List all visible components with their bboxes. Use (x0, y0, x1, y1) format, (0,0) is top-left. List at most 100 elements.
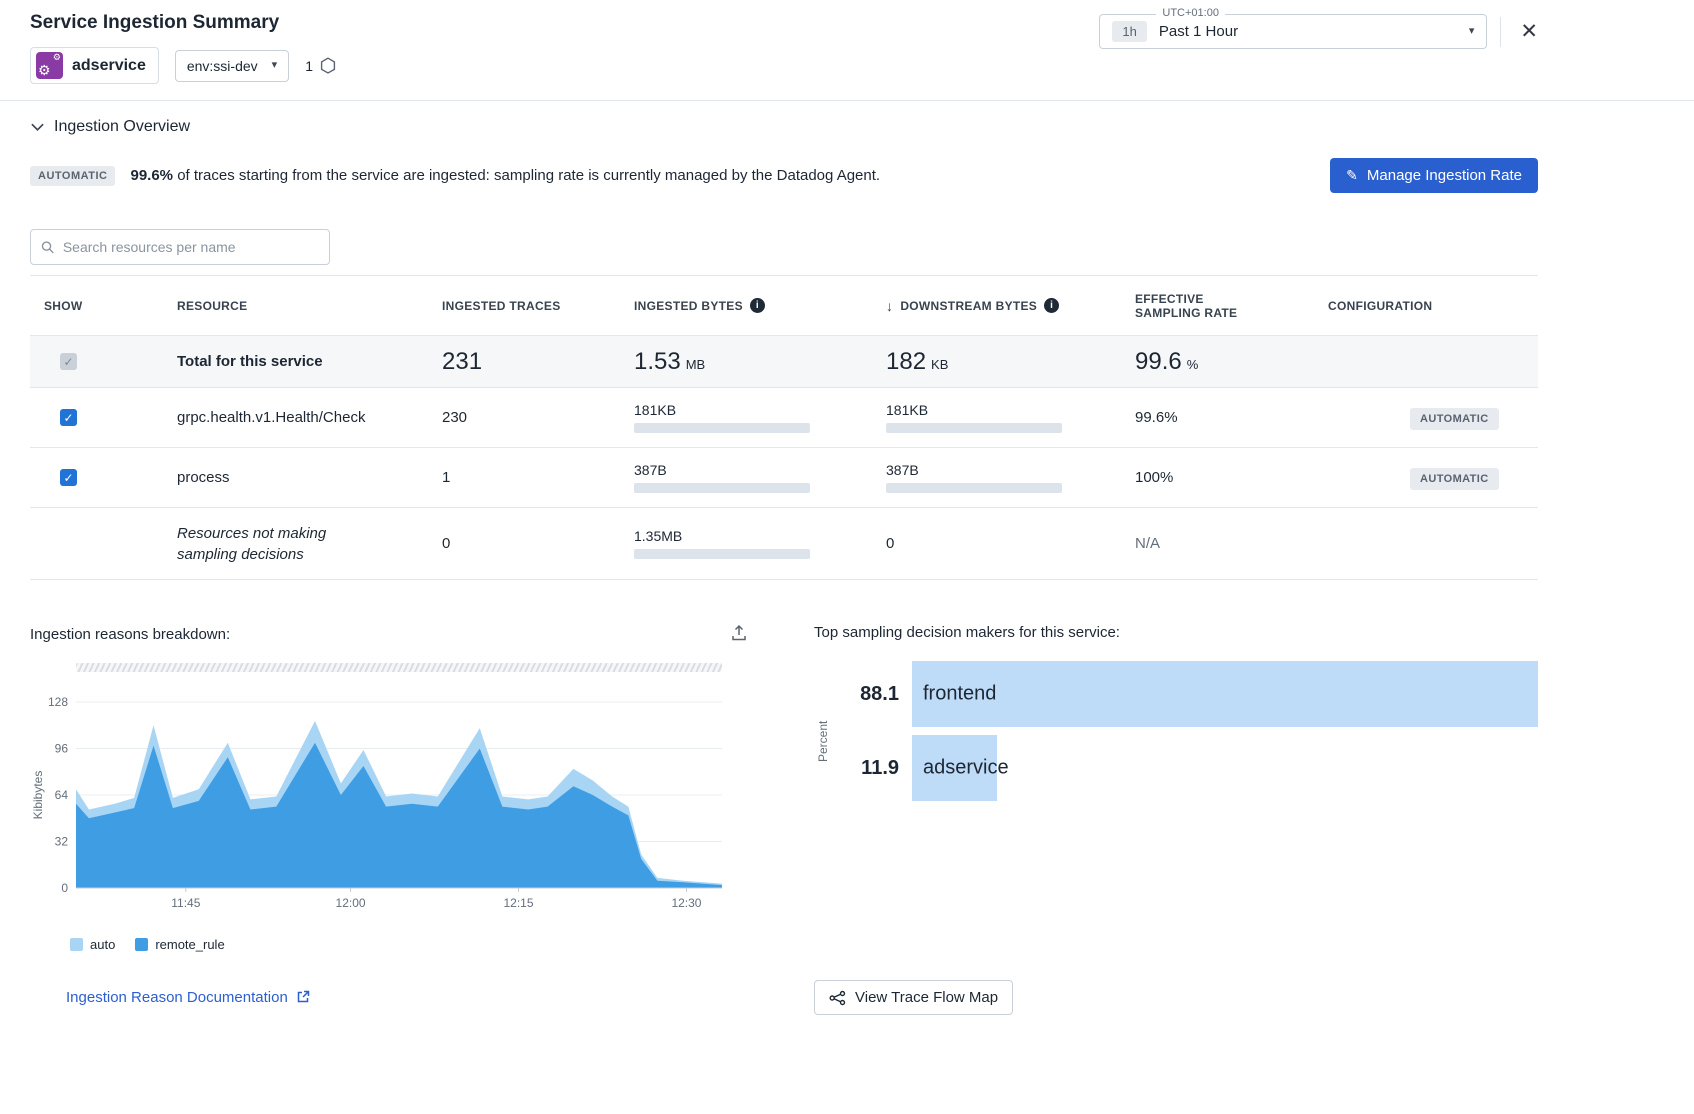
export-icon (730, 624, 748, 642)
env-dropdown[interactable]: env:ssi-dev ▾ (175, 50, 289, 82)
resource-search[interactable] (30, 229, 330, 265)
service-row: ⚙⚙ adservice env:ssi-dev ▾ 1 (30, 47, 336, 84)
banner-highlight: 99.6% (130, 167, 173, 184)
manage-button-label: Manage Ingestion Rate (1367, 167, 1522, 184)
svg-text:12:30: 12:30 (671, 896, 701, 910)
total-checkbox: ✓ (60, 353, 77, 370)
ingestion-overview-section-toggle[interactable]: Ingestion Overview (0, 101, 1694, 136)
bar-value: 88.1 (814, 661, 912, 727)
chevron-down-icon (30, 120, 45, 134)
downstream-bytes-value: 181KB (886, 402, 1121, 418)
svg-text:0: 0 (61, 881, 68, 895)
downstream-bytes-meter (886, 483, 1062, 493)
env-label: env:ssi-dev (187, 58, 258, 74)
area-series-remote_rule (76, 743, 722, 888)
ingested-bytes-value: 1.35MB (634, 528, 872, 544)
svg-text:32: 32 (55, 835, 69, 849)
configuration-badge: AUTOMATIC (1410, 468, 1499, 490)
bar-label: adservice (923, 757, 1009, 780)
col-effective-sampling-rate-label: EFFECTIVE SAMPLING RATE (1135, 292, 1257, 320)
banner-description: of traces starting from the service are … (177, 167, 880, 184)
svg-text:12:15: 12:15 (503, 896, 533, 910)
timezone-label: UTC+01:00 (1156, 7, 1225, 19)
charts-section: Ingestion reasons breakdown: 03264961281… (0, 580, 1694, 952)
instance-count-wrap: 1 (305, 57, 336, 74)
chart-legend: auto remote_rule (70, 937, 750, 952)
total-bytes: 1.53 MB (620, 348, 872, 376)
table-total-row: ✓ Total for this service 231 1.53 MB 182… (30, 336, 1538, 388)
chart-top-stripe-band (76, 663, 722, 672)
ingestion-reasons-chart: Ingestion reasons breakdown: 03264961281… (30, 622, 750, 952)
export-button[interactable] (728, 622, 750, 647)
pencil-icon: ✎ (1346, 167, 1358, 184)
footer-row: Ingestion Reason Documentation View Trac… (0, 952, 1694, 1015)
ingested-traces-value: 230 (428, 409, 620, 426)
bar-fill (912, 661, 1538, 727)
total-label: Total for this service (163, 353, 428, 370)
legend-swatch (70, 938, 83, 951)
decision-makers-title: Top sampling decision makers for this se… (814, 624, 1538, 641)
ingested-bytes-meter (634, 483, 810, 493)
sampling-banner: AUTOMATIC 99.6% of traces starting from … (0, 136, 1694, 193)
bar-track: adservice (912, 735, 1538, 801)
ingestion-reasons-area-chart: 032649612811:4512:0012:1512:30Kibibytes (30, 672, 730, 920)
table-row: ✓ process 1 387B 387B 100% AUTOMATIC (30, 448, 1538, 508)
decision-bar-row: 11.9adservice (814, 735, 1538, 801)
automatic-badge: AUTOMATIC (30, 166, 115, 186)
resource-table: SHOW RESOURCE INGESTED TRACES INGESTED B… (30, 275, 1538, 580)
sort-descending-icon[interactable]: ↓ (886, 298, 893, 314)
configuration-badge: AUTOMATIC (1410, 408, 1499, 430)
decision-makers-chart: Top sampling decision makers for this se… (814, 622, 1538, 952)
manage-ingestion-rate-button[interactable]: ✎ Manage Ingestion Rate (1330, 158, 1538, 193)
total-downstream-value: 182 (886, 348, 926, 376)
ingested-bytes-meter (634, 423, 810, 433)
top-bar: Service Ingestion Summary ⚙⚙ adservice e… (0, 0, 1694, 101)
sampling-rate-value: 100% (1121, 469, 1314, 486)
time-range-chip[interactable]: 1h (1112, 21, 1146, 42)
row-checkbox[interactable]: ✓ (60, 409, 77, 426)
service-chip[interactable]: ⚙⚙ adservice (30, 47, 159, 84)
instance-count: 1 (305, 58, 313, 74)
sampling-rate-value: 99.6% (1121, 409, 1314, 426)
downstream-bytes-cell: 387B (872, 462, 1121, 493)
doc-link-label: Ingestion Reason Documentation (66, 989, 288, 1006)
svg-text:11:45: 11:45 (171, 896, 200, 910)
view-trace-flow-map-button[interactable]: View Trace Flow Map (814, 980, 1013, 1015)
col-show: SHOW (30, 299, 163, 313)
legend-swatch (135, 938, 148, 951)
ingested-traces-value: 0 (428, 535, 620, 552)
downstream-bytes-meter (886, 423, 1062, 433)
sampling-rate-value: N/A (1121, 535, 1314, 552)
section-title: Ingestion Overview (54, 118, 190, 136)
bar-track: frontend (912, 661, 1538, 727)
ingested-bytes-meter (634, 549, 810, 559)
close-button[interactable]: ✕ (1514, 17, 1544, 46)
col-ingested-bytes-label: INGESTED BYTES (634, 299, 743, 313)
legend-item-auto[interactable]: auto (70, 937, 115, 952)
table-row: Resources not making sampling decisions … (30, 508, 1538, 580)
bar-label: frontend (923, 683, 996, 706)
col-configuration: CONFIGURATION (1314, 299, 1538, 313)
svg-text:96: 96 (55, 742, 69, 756)
info-icon[interactable]: i (750, 298, 765, 313)
resource-name: process (163, 469, 428, 486)
downstream-bytes-value: 387B (886, 462, 1121, 478)
decision-bars: 88.1 frontend 11.9adservice (814, 661, 1538, 801)
total-rate-unit: % (1187, 357, 1199, 372)
chevron-down-icon: ▾ (1469, 26, 1475, 37)
svg-text:Kibibytes: Kibibytes (31, 771, 45, 820)
legend-item-remote_rule[interactable]: remote_rule (135, 937, 224, 952)
time-range-picker[interactable]: UTC+01:00 1h Past 1 Hour ▾ (1099, 14, 1487, 49)
svg-text:64: 64 (55, 788, 69, 802)
col-downstream-bytes[interactable]: ↓ DOWNSTREAM BYTES i (872, 298, 1121, 314)
external-link-icon (296, 990, 310, 1004)
search-input[interactable] (63, 239, 319, 255)
total-rate-value: 99.6 (1135, 348, 1182, 376)
row-checkbox[interactable]: ✓ (60, 469, 77, 486)
resource-name: Resources not making sampling decisions (163, 523, 428, 565)
col-downstream-bytes-label: DOWNSTREAM BYTES (900, 299, 1037, 313)
downstream-bytes-value: 0 (872, 535, 1121, 552)
ingestion-reason-doc-link[interactable]: Ingestion Reason Documentation (66, 989, 310, 1006)
ingested-bytes-cell: 181KB (620, 402, 872, 433)
info-icon[interactable]: i (1044, 298, 1059, 313)
